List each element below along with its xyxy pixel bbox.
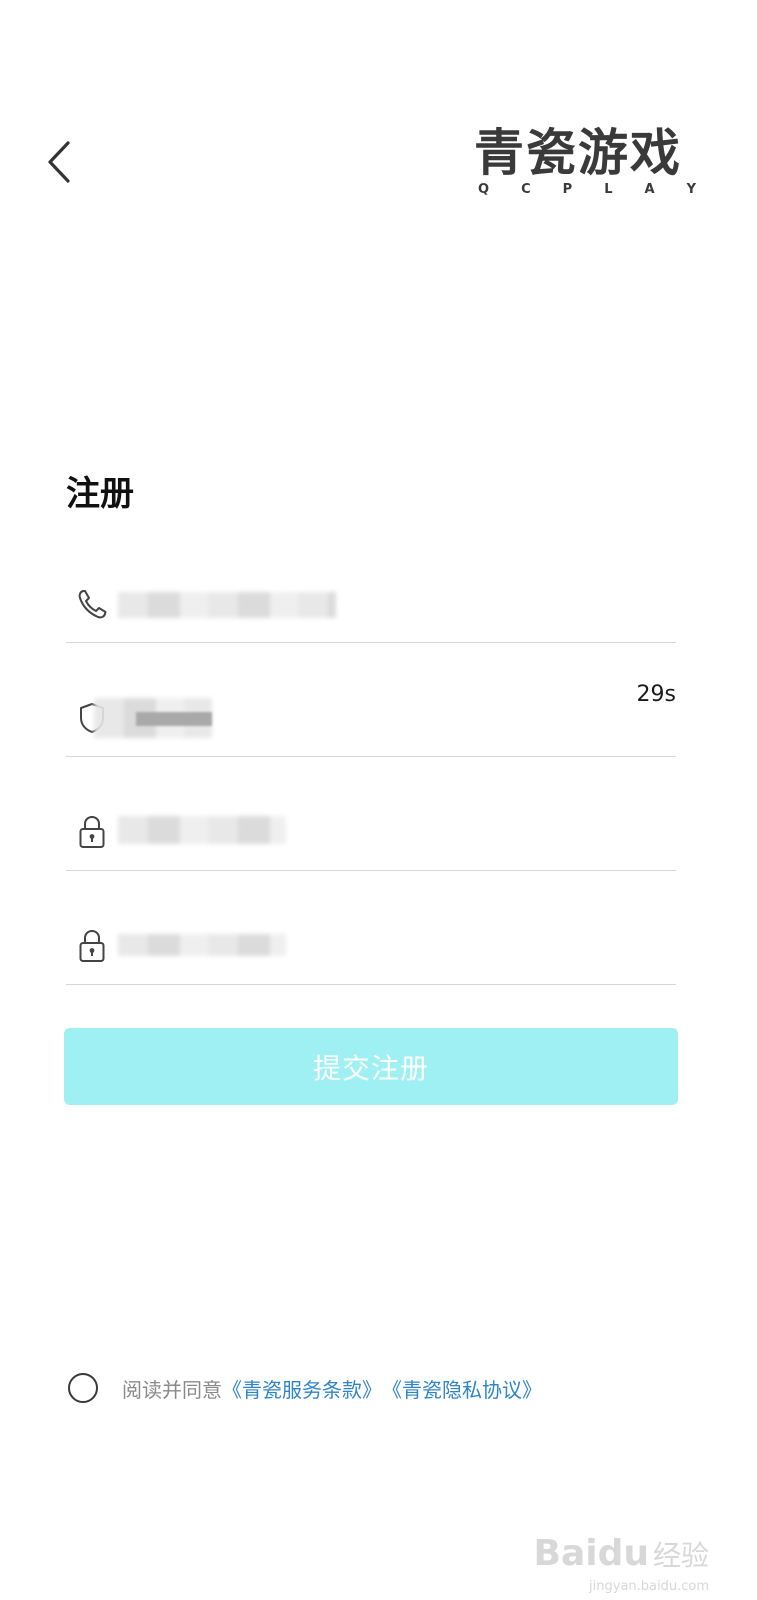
logo-letter: Q: [478, 182, 490, 197]
register-screen: 青瓷游戏 Q C P L A Y 注册 29s 提交注册 阅读并同意 《青瓷服务…: [0, 0, 757, 1600]
chevron-left-icon: [48, 141, 70, 183]
watermark-url: jingyan.baidu.com: [589, 1579, 709, 1594]
phone-icon: [78, 590, 107, 619]
logo-letter: Y: [686, 182, 696, 197]
password-field: [66, 756, 676, 871]
submit-register-button[interactable]: 提交注册: [64, 1028, 678, 1105]
confirm-password-field: [66, 870, 676, 985]
logo-letter: A: [644, 182, 655, 197]
logo-title: 青瓷游戏: [474, 124, 682, 182]
phone-input[interactable]: [114, 584, 598, 624]
terms-link[interactable]: 《青瓷服务条款》: [222, 1374, 382, 1403]
lock-icon: [79, 815, 105, 848]
brand-logo: 青瓷游戏 Q C P L A Y: [474, 122, 696, 208]
baidu-watermark: Baidu 经验 jingyan.baidu.com: [533, 1533, 710, 1594]
agreement-row: 阅读并同意 《青瓷服务条款》 《青瓷隐私协议》: [68, 1368, 542, 1408]
page-title: 注册: [66, 474, 134, 514]
verify-code-input[interactable]: [114, 698, 538, 738]
back-button[interactable]: [38, 135, 82, 189]
phone-field: [66, 528, 676, 643]
logo-letter: P: [562, 182, 573, 197]
password-input[interactable]: [114, 812, 598, 852]
logo-letter: C: [521, 182, 531, 197]
watermark-cn: 经验: [652, 1539, 709, 1572]
watermark-brand: Baidu: [533, 1533, 649, 1574]
code-countdown[interactable]: 29s: [637, 682, 676, 707]
privacy-link[interactable]: 《青瓷隐私协议》: [382, 1374, 542, 1403]
confirm-password-input[interactable]: [114, 926, 598, 966]
logo-letter: L: [604, 182, 613, 197]
lock-icon: [79, 929, 105, 962]
agreement-prefix: 阅读并同意: [122, 1377, 222, 1402]
agree-radio[interactable]: [68, 1373, 98, 1403]
verify-code-field: 29s: [66, 642, 676, 757]
logo-subtitle: Q C P L A Y: [478, 182, 696, 197]
